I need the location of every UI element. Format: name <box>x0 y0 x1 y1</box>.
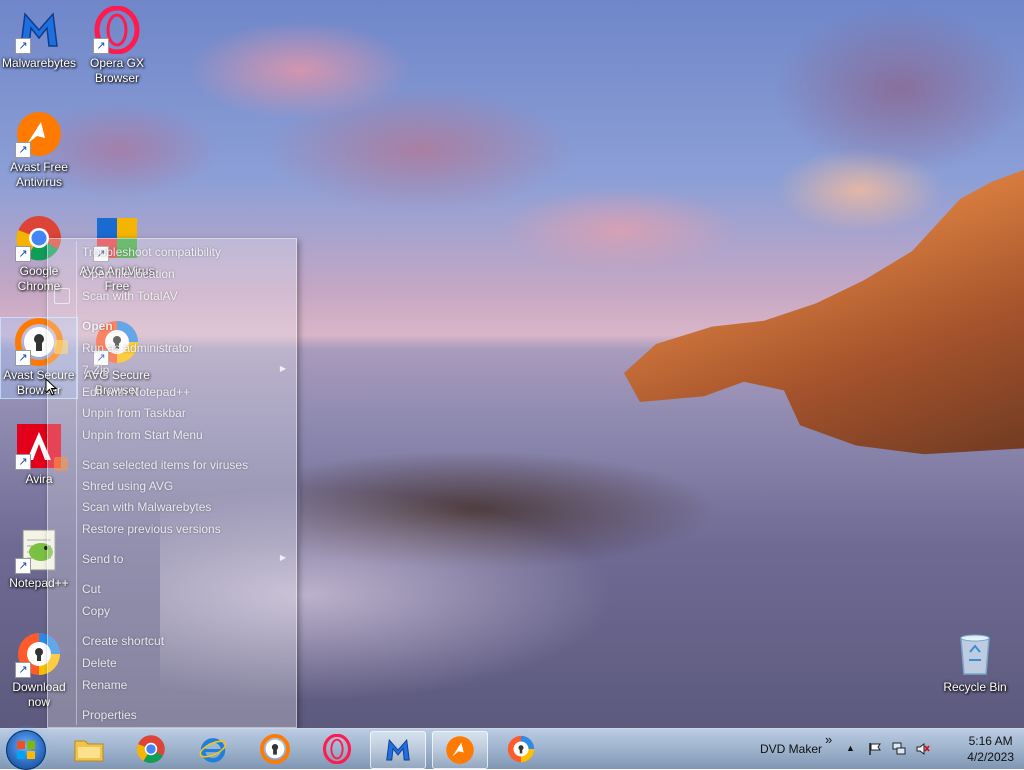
shortcut-arrow-icon: ↗ <box>15 454 31 470</box>
action-center-flag-icon[interactable] <box>868 742 882 756</box>
menu-item-troubleshoot-compatibility[interactable]: Troubleshoot compatibility <box>82 245 221 259</box>
menu-item-unpin-from-taskbar[interactable]: Unpin from Taskbar <box>82 406 186 420</box>
menu-item-cut[interactable]: Cut <box>82 582 101 596</box>
shortcut-arrow-icon: ↗ <box>15 246 31 262</box>
menu-item-create-shortcut[interactable]: Create shortcut <box>82 634 164 648</box>
desktop-icon-malwarebytes[interactable]: ↗ Malwarebytes <box>1 6 77 71</box>
submenu-arrow-icon: ▶ <box>279 553 286 562</box>
totalav-icon <box>54 288 70 304</box>
menu-item-properties[interactable]: Properties <box>82 708 137 722</box>
avast-icon <box>446 736 474 764</box>
taskbar-avg-secure-browser[interactable] <box>494 731 548 767</box>
context-menu: Troubleshoot compatibility Open file loc… <box>47 238 297 728</box>
shortcut-arrow-icon: ↗ <box>15 38 31 54</box>
windows-logo-icon <box>17 741 35 759</box>
menu-item-unpin-from-start-menu[interactable]: Unpin from Start Menu <box>82 428 203 442</box>
malwarebytes-icon: ↗ <box>15 6 63 54</box>
menu-item-rename[interactable]: Rename <box>82 678 127 692</box>
system-clock[interactable]: 5:16 AM 4/2/2023 <box>967 733 1014 765</box>
volume-muted-icon[interactable] <box>916 742 930 756</box>
desktop-icon-label: Avast Free Antivirus <box>10 160 68 189</box>
uac-shield-icon <box>54 340 68 354</box>
desktop-icon-label: Malwarebytes <box>1 56 77 70</box>
menu-item-delete[interactable]: Delete <box>82 656 117 670</box>
menu-item-open[interactable]: Open <box>82 319 113 333</box>
menu-item-copy[interactable]: Copy <box>82 604 110 618</box>
taskbar-google-chrome[interactable] <box>124 731 178 767</box>
folder-icon <box>74 740 104 762</box>
taskbar-malwarebytes[interactable] <box>370 731 426 769</box>
shortcut-arrow-icon: ↗ <box>15 558 31 574</box>
menu-item-send-to[interactable]: Send to <box>82 552 123 566</box>
menu-item-edit-with-notepad-plus-plus[interactable]: Edit with Notepad++ <box>82 385 190 399</box>
desktop-icon-recycle-bin[interactable]: Recycle Bin <box>937 630 1013 695</box>
desktop-wallpaper[interactable]: ↗ Malwarebytes ↗ Opera GX Browser ↗ Avas… <box>0 0 1024 728</box>
opera-gx-icon <box>322 734 352 764</box>
menu-item-scan-selected-items-for-viruses[interactable]: Scan selected items for viruses <box>82 458 248 472</box>
avg-secure-browser-icon <box>507 735 535 763</box>
menu-item-open-file-location[interactable]: Open file location <box>82 267 175 281</box>
wallpaper-cliff <box>624 170 1024 455</box>
chrome-icon <box>136 735 165 763</box>
desktop-icon-label: Recycle Bin <box>943 680 1007 694</box>
toolbar-chevron-icon[interactable]: » <box>825 732 832 747</box>
menu-item-restore-previous-versions[interactable]: Restore previous versions <box>82 522 221 536</box>
desktop-icon-label: Opera GX Browser <box>89 56 145 85</box>
clock-date: 4/2/2023 <box>967 750 1014 764</box>
menu-item-7-zip[interactable]: 7-Zip <box>82 363 109 377</box>
start-button[interactable] <box>6 730 46 770</box>
taskbar-file-explorer[interactable] <box>62 731 116 767</box>
avast-scan-icon <box>54 457 68 471</box>
malwarebytes-icon <box>386 738 410 761</box>
network-icon[interactable] <box>892 742 906 756</box>
taskbar-avast-antivirus[interactable] <box>432 731 488 769</box>
internet-explorer-icon <box>199 738 227 763</box>
opera-gx-icon: ↗ <box>93 5 141 55</box>
menu-item-scan-with-malwarebytes[interactable]: Scan with Malwarebytes <box>82 500 211 514</box>
menu-item-shred-using-avg[interactable]: Shred using AVG <box>82 479 173 493</box>
desktop-icon-opera-gx-browser[interactable]: ↗ Opera GX Browser <box>79 5 155 86</box>
avast-secure-browser-icon <box>260 734 290 764</box>
submenu-arrow-icon: ▶ <box>279 364 286 373</box>
menu-icon-strip-divider <box>76 241 77 725</box>
clock-time: 5:16 AM <box>968 734 1013 748</box>
recycle-bin-icon <box>951 630 999 678</box>
shortcut-arrow-icon: ↗ <box>15 662 31 678</box>
show-hidden-icons-button[interactable]: ▲ <box>846 743 855 753</box>
desktop-icon-avast-free-antivirus[interactable]: ↗ Avast Free Antivirus <box>1 110 77 190</box>
mouse-cursor-icon <box>45 378 57 396</box>
toolbar-dvd-maker[interactable]: DVD Maker <box>760 742 822 756</box>
taskbar-opera-gx[interactable] <box>310 731 364 767</box>
taskbar: DVD Maker » ▲ 5:16 AM 4/2/2023 <box>0 728 1024 770</box>
menu-item-scan-with-totalav[interactable]: Scan with TotalAV <box>82 289 178 303</box>
shortcut-arrow-icon: ↗ <box>15 142 31 158</box>
taskbar-avast-secure-browser[interactable] <box>248 731 302 767</box>
taskbar-internet-explorer[interactable] <box>186 731 240 767</box>
shortcut-arrow-icon: ↗ <box>93 38 109 54</box>
shortcut-arrow-icon: ↗ <box>15 350 31 366</box>
avast-icon: ↗ <box>15 110 63 158</box>
menu-item-run-as-administrator[interactable]: Run as administrator <box>82 341 193 355</box>
